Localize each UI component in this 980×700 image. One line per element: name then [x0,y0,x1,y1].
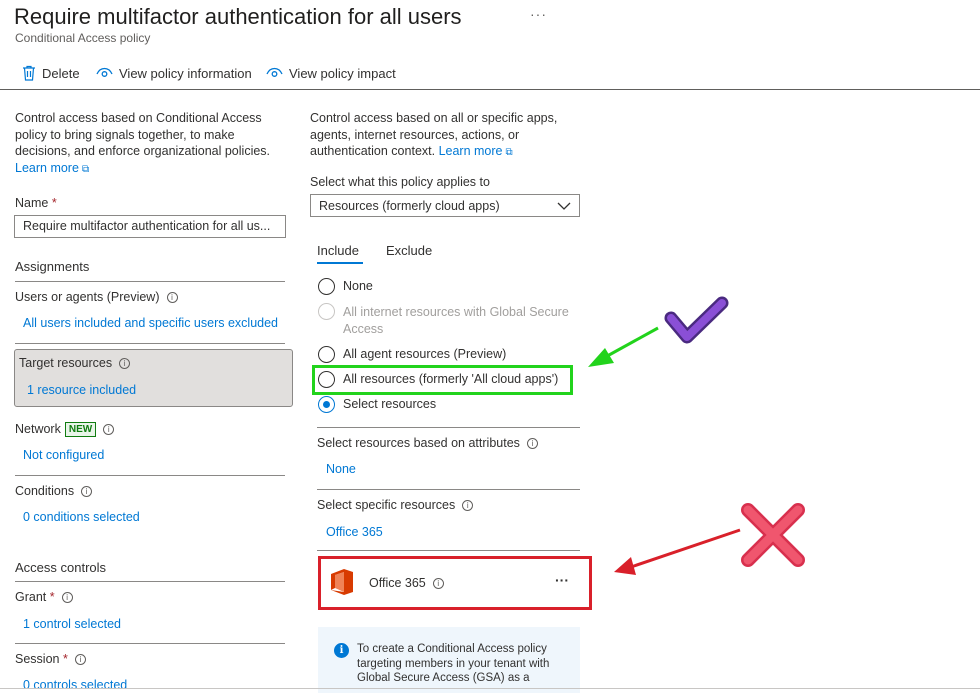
red-arrow [614,528,741,575]
annotation-overlay [588,296,805,575]
pink-cross-icon [741,503,805,567]
bottom-divider [0,688,980,689]
green-arrow [588,326,659,367]
purple-checkmark-icon [664,296,729,344]
